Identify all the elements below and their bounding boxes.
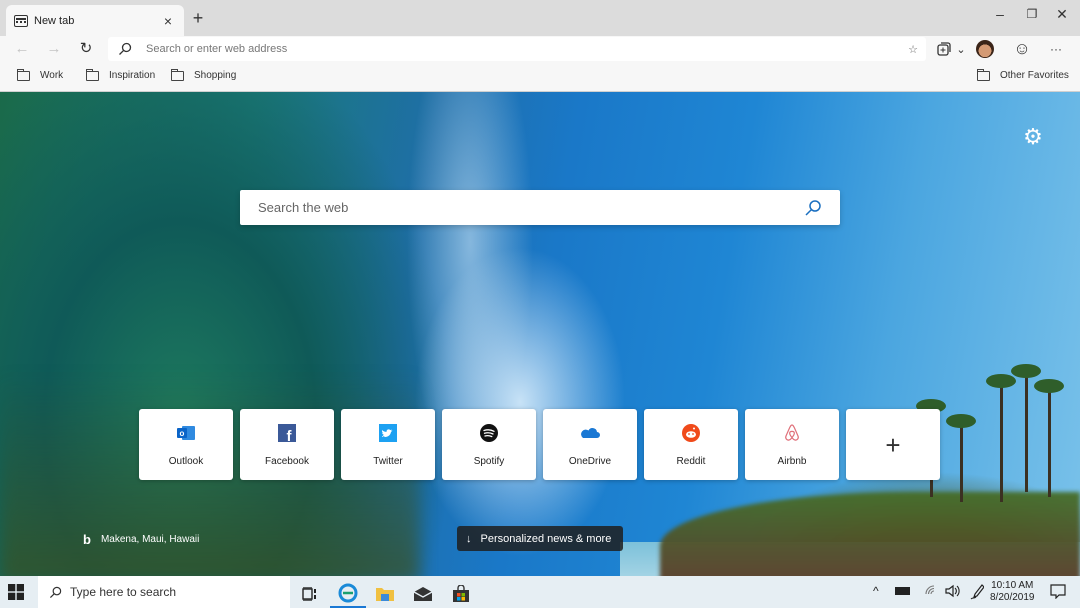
spotify-icon <box>479 423 499 443</box>
airbnb-icon <box>782 423 802 443</box>
task-view-icon[interactable] <box>292 580 328 608</box>
system-clock[interactable]: 10:10 AM 8/20/2019 <box>990 580 1035 604</box>
web-search-box[interactable]: Search the web <box>240 190 840 225</box>
minimize-button[interactable]: – <box>985 4 1015 24</box>
top-site-onedrive[interactable]: OneDrive <box>543 409 637 480</box>
close-window-button[interactable]: ✕ <box>1047 4 1077 24</box>
windows-taskbar: Type here to search ^ 10:10 AM 8/20/2019 <box>0 576 1080 608</box>
battery-icon[interactable] <box>895 587 910 595</box>
top-site-facebook[interactable]: f Facebook <box>240 409 334 480</box>
newtab-icon <box>14 14 28 27</box>
bing-logo-icon: b <box>83 532 91 547</box>
top-site-spotify[interactable]: Spotify <box>442 409 536 480</box>
forward-button[interactable]: → <box>44 39 64 59</box>
collections-icon[interactable] <box>936 39 952 59</box>
page-settings-gear-icon[interactable]: ⚙ <box>1022 126 1044 148</box>
tile-label: Outlook <box>168 455 204 467</box>
pen-workspace-icon[interactable] <box>970 584 985 603</box>
wifi-icon[interactable] <box>924 584 936 599</box>
folder-icon <box>171 68 184 81</box>
web-search-placeholder: Search the web <box>258 200 349 215</box>
tile-label: OneDrive <box>568 455 612 467</box>
folder-icon <box>17 68 30 81</box>
add-top-site-button[interactable]: + <box>846 409 940 480</box>
image-credit[interactable]: b Makena, Maui, Hawaii <box>83 532 199 547</box>
more-menu-icon[interactable]: ··· <box>1046 39 1066 59</box>
background-image-island <box>660 492 1080 576</box>
tile-label: Twitter <box>373 455 403 467</box>
favorite-folder-work[interactable]: Work <box>17 68 64 81</box>
tile-label: Spotify <box>473 455 505 467</box>
palm-tree <box>986 374 1016 502</box>
windows-start-icon[interactable] <box>8 584 24 600</box>
restore-button[interactable]: ❐ <box>1017 4 1047 24</box>
favorite-label: Other Favorites <box>1000 70 1069 81</box>
reddit-icon <box>681 423 701 443</box>
folder-icon <box>977 68 990 81</box>
taskbar-search-box[interactable]: Type here to search <box>38 576 290 608</box>
top-site-reddit[interactable]: Reddit <box>644 409 738 480</box>
avatar <box>976 40 994 58</box>
favorite-label: Shopping <box>194 70 237 81</box>
personalized-news-button[interactable]: ↓ Personalized news & more <box>457 526 623 551</box>
palm-tree <box>1011 364 1041 492</box>
add-site-icon: + <box>885 429 901 460</box>
new-tab-button[interactable]: + <box>188 8 208 28</box>
search-icon <box>119 42 132 55</box>
refresh-button[interactable]: ↻ <box>76 39 96 59</box>
tile-label: Airbnb <box>777 455 807 467</box>
facebook-icon: f <box>277 423 297 443</box>
favorite-folder-inspiration[interactable]: Inspiration <box>86 68 156 81</box>
tab-strip: New tab × + – ❐ ✕ <box>0 0 1080 36</box>
edge-icon[interactable] <box>330 580 366 608</box>
top-site-outlook[interactable]: o Outlook <box>139 409 233 480</box>
address-placeholder: Search or enter web address <box>146 43 288 55</box>
profile-button[interactable] <box>975 39 995 59</box>
outlook-icon: o <box>176 423 196 443</box>
twitter-icon <box>378 423 398 443</box>
back-button[interactable]: ← <box>12 39 32 59</box>
volume-icon[interactable] <box>945 584 961 601</box>
top-site-airbnb[interactable]: Airbnb <box>745 409 839 480</box>
store-icon[interactable] <box>443 580 479 608</box>
palm-tree <box>946 414 976 502</box>
search-icon[interactable] <box>804 199 822 217</box>
favorite-folder-shopping[interactable]: Shopping <box>171 68 237 81</box>
svg-text:o: o <box>180 429 185 438</box>
taskbar-search-placeholder: Type here to search <box>70 585 177 599</box>
tile-label: Facebook <box>265 455 309 467</box>
palm-tree <box>1034 379 1064 497</box>
top-site-twitter[interactable]: Twitter <box>341 409 435 480</box>
mail-icon[interactable] <box>405 580 441 608</box>
folder-icon <box>86 68 99 81</box>
file-explorer-icon[interactable] <box>367 580 403 608</box>
browser-toolbar: ← → ↻ Search or enter web address ☆ ⌄ ☺ … <box>0 36 1080 62</box>
favorites-bar: Work Inspiration Shopping Other Favorite… <box>0 62 1080 92</box>
favorite-label: Work <box>40 70 64 81</box>
feedback-smiley-icon[interactable]: ☺ <box>1012 39 1032 59</box>
tab-new-tab[interactable]: New tab × <box>6 5 184 36</box>
arrow-down-icon: ↓ <box>466 532 472 545</box>
close-tab-icon[interactable]: × <box>160 13 176 29</box>
new-tab-page: ⚙ Search the web o Outlook f Facebook Tw… <box>0 92 1080 576</box>
tab-label: New tab <box>34 14 75 27</box>
tile-label: Reddit <box>676 455 706 467</box>
other-favorites-folder[interactable]: Other Favorites <box>977 68 1069 81</box>
address-bar[interactable]: Search or enter web address ☆ <box>108 37 926 61</box>
image-location: Makena, Maui, Hawaii <box>100 534 200 545</box>
add-favorite-icon[interactable]: ☆ <box>908 43 918 56</box>
action-center-icon[interactable] <box>1050 584 1066 602</box>
top-sites: o Outlook f Facebook Twitter Spotify One… <box>139 409 940 480</box>
show-hidden-icons-chevron[interactable]: ^ <box>873 584 879 598</box>
favorite-label: Inspiration <box>109 70 156 81</box>
clock-date: 8/20/2019 <box>990 592 1035 603</box>
news-button-label: Personalized news & more <box>480 532 612 545</box>
onedrive-icon <box>580 423 600 443</box>
search-icon <box>49 586 62 598</box>
clock-time: 10:10 AM <box>991 580 1034 591</box>
chevron-down-icon[interactable]: ⌄ <box>955 39 967 59</box>
